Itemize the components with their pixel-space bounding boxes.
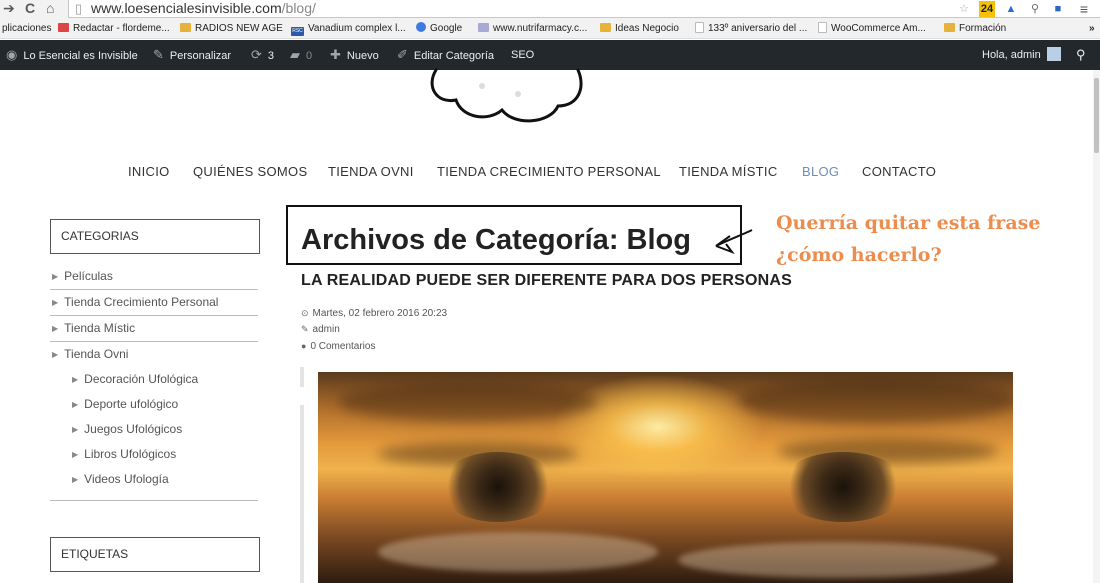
post-date: ⊙ Martes, 02 febrero 2016 20:23 <box>301 308 448 319</box>
admin-customize-link[interactable]: ✎ Personalizar <box>153 40 231 70</box>
bookmark-item[interactable]: RADIOS NEW AGE <box>180 19 283 39</box>
annotation-text-line2: ¿cómo hacerlo? <box>776 244 942 266</box>
post-title-link[interactable]: LA REALIDAD PUEDE SER DIFERENTE PARA DOS… <box>301 271 792 291</box>
nav-item[interactable]: BLOG <box>802 164 839 180</box>
zoom-icon[interactable]: ⚲ <box>1027 1 1043 17</box>
avatar <box>1046 47 1061 61</box>
category-link[interactable]: ▶ Tienda Místic <box>52 318 135 338</box>
post-comments-link[interactable]: ● 0 Comentarios <box>301 340 375 353</box>
eye-right <box>778 452 908 522</box>
nav-item[interactable]: CONTACTO <box>862 164 936 180</box>
caret-right-icon: ▶ <box>72 400 79 409</box>
pencil-icon: ✐ <box>397 47 408 62</box>
category-link[interactable]: ▶ Películas <box>52 266 113 286</box>
url-text[interactable]: www.loesencialesinvisible.com/blog/ <box>91 0 316 17</box>
caret-right-icon: ▶ <box>52 350 59 359</box>
bookmark-item[interactable]: Google <box>416 19 462 39</box>
page-title: Archivos de Categoría: Blog <box>301 224 691 256</box>
category-link[interactable]: ▶ Tienda Crecimiento Personal <box>52 292 218 312</box>
gmail-icon <box>58 23 69 32</box>
brush-icon: ✎ <box>153 47 164 62</box>
nav-item[interactable]: TIENDA OVNI <box>328 164 414 180</box>
nav-item[interactable]: TIENDA MÍSTIC <box>679 164 778 180</box>
menu-icon[interactable]: ≡ <box>1076 1 1092 17</box>
admin-account-link[interactable]: Hola, admin <box>982 40 1061 70</box>
category-link[interactable]: ▶ Videos Ufología <box>72 469 169 489</box>
caret-right-icon: ▶ <box>52 272 59 281</box>
star-icon[interactable]: ☆ <box>956 1 972 17</box>
admin-updates-link[interactable]: ⟳ 3 <box>251 40 274 70</box>
bookmark-item[interactable]: 133º aniversario del ... <box>695 19 807 39</box>
quote-bar <box>300 405 304 583</box>
reload-icon[interactable]: C <box>25 0 35 18</box>
caret-right-icon: ▶ <box>72 375 79 384</box>
comment-icon: ▰ <box>290 47 300 62</box>
category-link[interactable]: ▶ Decoración Ufológica <box>72 369 198 389</box>
google-icon <box>416 22 426 32</box>
annotation-text-line1: Querría quitar esta frase <box>776 212 1041 234</box>
caret-right-icon: ▶ <box>72 425 79 434</box>
caret-right-icon: ▶ <box>52 298 59 307</box>
folder-icon <box>944 23 955 32</box>
category-divider <box>50 289 258 290</box>
annotation-arrow-icon <box>715 229 753 255</box>
home-icon[interactable]: ⌂ <box>46 0 54 18</box>
folder-icon <box>180 23 191 32</box>
eye-left <box>438 452 558 522</box>
forward-icon[interactable]: ➔ <box>3 0 15 18</box>
category-divider <box>50 315 258 316</box>
caret-right-icon: ▶ <box>72 450 79 459</box>
sidebar-divider <box>50 500 258 501</box>
rsc-icon: RSC <box>291 27 304 36</box>
bookmark-item[interactable]: Redactar - flordeme... <box>58 19 170 39</box>
extension-badge[interactable]: 24 <box>979 1 995 17</box>
bookmarks-overflow-icon[interactable]: » <box>1089 19 1095 39</box>
bookmark-item[interactable]: www.nutrifarmacy.c... <box>478 19 587 39</box>
categories-widget-title: CATEGORIAS <box>50 219 260 254</box>
updates-icon: ⟳ <box>251 47 262 62</box>
category-link[interactable]: ▶ Libros Ufológicos <box>72 444 176 464</box>
plus-icon: ✚ <box>330 47 341 62</box>
nav-item[interactable]: QUIÉNES SOMOS <box>193 164 307 180</box>
post-featured-image[interactable] <box>318 372 1013 583</box>
nav-item[interactable]: TIENDA CRECIMIENTO PERSONAL <box>437 164 661 180</box>
extension-icon[interactable]: ▲ <box>1003 1 1019 17</box>
extension-blue-icon[interactable]: ■ <box>1050 1 1066 17</box>
admin-new-link[interactable]: ✚ Nuevo <box>330 40 379 70</box>
caret-right-icon: ▶ <box>72 475 79 484</box>
caret-right-icon: ▶ <box>52 324 59 333</box>
bookmarks-bar: plicaciones Redactar - flordeme... RADIOS … <box>0 19 1100 39</box>
address-bar[interactable]: ▯ www.loesencialesinvisible.com/blog/ <box>68 0 1100 18</box>
bookmark-item[interactable]: WooCommerce Am... <box>818 19 926 39</box>
clock-icon: ⊙ <box>301 308 309 318</box>
site-logo-cloud[interactable] <box>418 60 598 128</box>
bookmark-item[interactable]: Formación <box>944 19 1006 39</box>
page-icon: ▯ <box>75 1 83 16</box>
browser-toolbar: ➔ C ⌂ ▯ www.loesencialesinvisible.com/bl… <box>0 0 1100 19</box>
nutri-icon <box>478 23 489 32</box>
nav-item[interactable]: INICIO <box>128 164 170 180</box>
bookmark-item[interactable]: RSC Vanadium complex l... <box>291 19 406 39</box>
bookmark-item[interactable]: plicaciones <box>2 19 51 39</box>
pencil-icon: ✎ <box>301 324 309 334</box>
category-link[interactable]: ▶ Deporte ufológico <box>72 394 178 414</box>
bookmark-item[interactable]: Ideas Negocio <box>600 19 679 39</box>
page-scrollbar-thumb[interactable] <box>1094 78 1099 153</box>
dashboard-icon: ◉ <box>6 47 18 62</box>
folder-icon <box>600 23 611 32</box>
quote-bar <box>300 367 304 387</box>
category-link[interactable]: ▶ Tienda Ovni <box>52 344 128 364</box>
category-link[interactable]: ▶ Juegos Ufológicos <box>72 419 182 439</box>
page-icon <box>818 22 827 33</box>
post-author[interactable]: ✎ admin <box>301 323 340 336</box>
admin-site-link[interactable]: ◉ Lo Esencial es Invisible <box>6 40 138 70</box>
page-icon <box>695 22 704 33</box>
tags-widget-title: ETIQUETAS <box>50 537 260 572</box>
admin-comments-link[interactable]: ▰ 0 <box>290 40 312 70</box>
search-icon[interactable]: ⚲ <box>1076 40 1086 70</box>
comments-icon: ● <box>301 341 307 351</box>
category-divider <box>50 341 258 342</box>
